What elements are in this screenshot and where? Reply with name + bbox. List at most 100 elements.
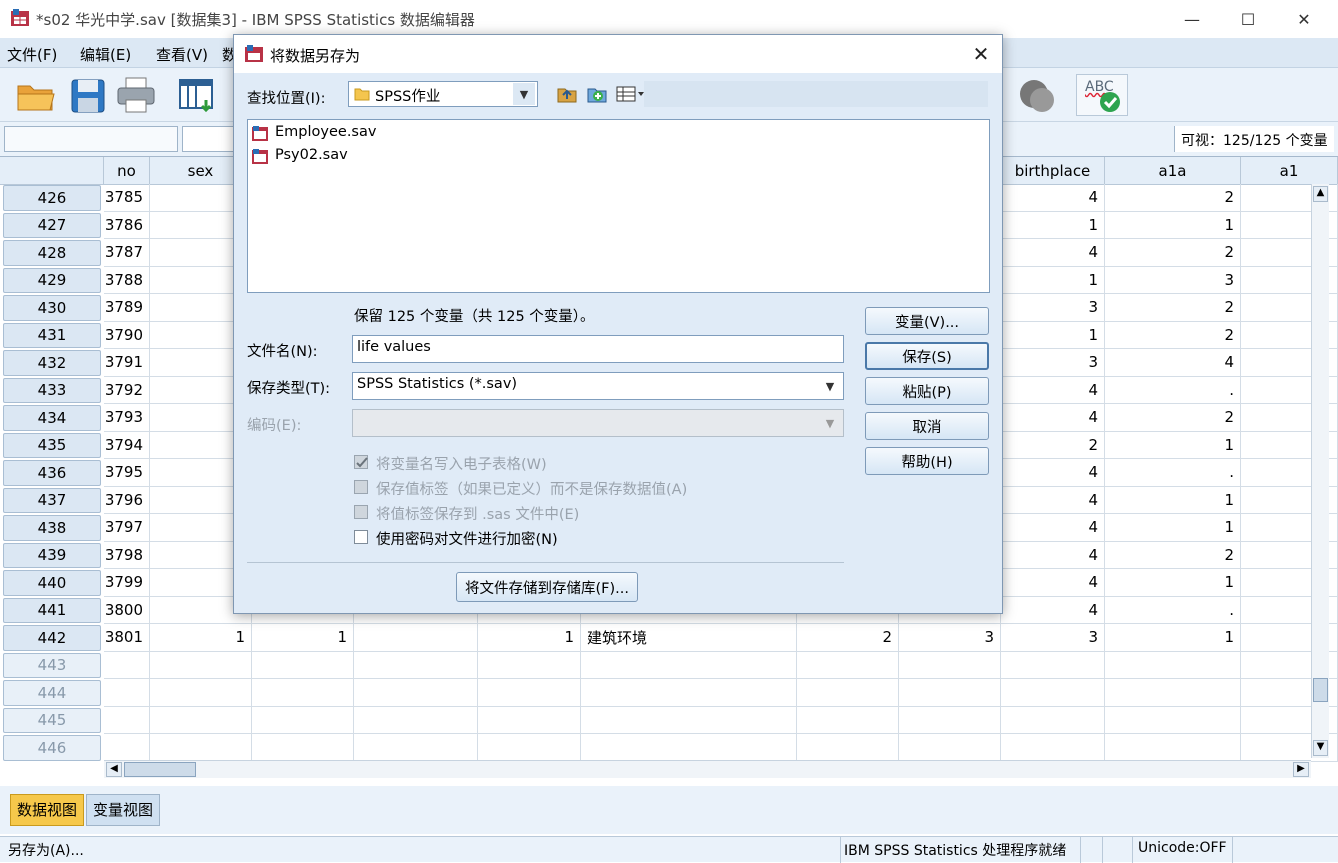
table-cell[interactable]: 1 bbox=[1001, 211, 1105, 239]
maximize-button[interactable]: ☐ bbox=[1220, 0, 1276, 38]
table-cell[interactable]: 2 bbox=[1105, 321, 1241, 349]
menu-view[interactable]: 查看(V) bbox=[156, 44, 208, 65]
close-window-button[interactable]: ✕ bbox=[1276, 0, 1332, 38]
table-cell[interactable] bbox=[104, 734, 150, 762]
open-folder-icon[interactable] bbox=[14, 74, 58, 116]
table-cell[interactable] bbox=[354, 624, 478, 652]
scroll-up-icon[interactable]: ▲ bbox=[1313, 186, 1328, 202]
table-cell[interactable]: . bbox=[1105, 376, 1241, 404]
row-header[interactable]: 445 bbox=[3, 707, 101, 733]
table-cell[interactable]: 4 bbox=[1001, 486, 1105, 514]
horizontal-scroll-thumb[interactable] bbox=[124, 762, 196, 777]
table-cell[interactable]: 3791 bbox=[104, 349, 150, 377]
table-cell[interactable] bbox=[1105, 651, 1241, 679]
row-header[interactable]: 443 bbox=[3, 652, 101, 678]
row-header[interactable]: 442 bbox=[3, 625, 101, 651]
table-cell[interactable]: 1 bbox=[1105, 486, 1241, 514]
table-cell[interactable]: 1 bbox=[1105, 431, 1241, 459]
cancel-button[interactable]: 取消 bbox=[865, 412, 989, 440]
look-in-combo[interactable]: SPSS作业 ▼ bbox=[348, 81, 538, 107]
table-cell[interactable] bbox=[252, 734, 354, 762]
table-cell[interactable] bbox=[478, 734, 581, 762]
weight-icon[interactable] bbox=[1016, 74, 1060, 116]
table-cell[interactable] bbox=[581, 734, 797, 762]
table-cell[interactable]: 4 bbox=[1001, 514, 1105, 542]
scroll-right-icon[interactable]: ▶ bbox=[1293, 762, 1309, 777]
save-type-combo[interactable]: SPSS Statistics (*.sav) ▼ bbox=[352, 372, 844, 400]
row-header[interactable]: 437 bbox=[3, 487, 101, 513]
table-cell[interactable]: 3 bbox=[899, 624, 1001, 652]
row-header[interactable]: 444 bbox=[3, 680, 101, 706]
checkbox-label[interactable]: 使用密码对文件进行加密(N) bbox=[376, 528, 558, 549]
table-cell[interactable]: 3789 bbox=[104, 294, 150, 322]
minimize-button[interactable]: — bbox=[1164, 0, 1220, 38]
table-cell[interactable] bbox=[581, 651, 797, 679]
row-header[interactable]: 435 bbox=[3, 432, 101, 458]
column-header-a1a[interactable]: a1a bbox=[1105, 157, 1241, 185]
table-cell[interactable]: 3793 bbox=[104, 404, 150, 432]
print-icon[interactable] bbox=[114, 74, 158, 116]
table-cell[interactable] bbox=[581, 679, 797, 707]
table-cell[interactable] bbox=[797, 706, 899, 734]
menu-file[interactable]: 文件(F) bbox=[7, 44, 57, 65]
table-cell[interactable]: 2 bbox=[797, 624, 899, 652]
table-cell[interactable] bbox=[104, 679, 150, 707]
table-cell[interactable]: 2 bbox=[1001, 431, 1105, 459]
table-cell[interactable] bbox=[150, 706, 252, 734]
row-header[interactable]: 432 bbox=[3, 350, 101, 376]
table-cell[interactable] bbox=[104, 651, 150, 679]
table-cell[interactable] bbox=[252, 651, 354, 679]
file-list[interactable]: Employee.sav Psy02.sav bbox=[247, 119, 990, 293]
save-icon[interactable] bbox=[66, 74, 110, 116]
table-cell[interactable]: 3 bbox=[1001, 624, 1105, 652]
table-cell[interactable]: 4 bbox=[1001, 404, 1105, 432]
row-header[interactable]: 431 bbox=[3, 322, 101, 348]
paste-button[interactable]: 粘贴(P) bbox=[865, 377, 989, 405]
table-cell[interactable] bbox=[104, 706, 150, 734]
table-cell[interactable] bbox=[899, 734, 1001, 762]
table-cell[interactable]: 2 bbox=[1105, 184, 1241, 212]
row-header[interactable]: 434 bbox=[3, 405, 101, 431]
tab-data-view[interactable]: 数据视图 bbox=[10, 794, 85, 826]
table-cell[interactable]: 4 bbox=[1001, 239, 1105, 267]
table-cell[interactable] bbox=[150, 734, 252, 762]
column-header-no[interactable]: no bbox=[104, 157, 150, 185]
vertical-scrollbar[interactable]: ▲ ▼ bbox=[1311, 184, 1329, 758]
table-cell[interactable] bbox=[797, 734, 899, 762]
dialog-recall-icon[interactable] bbox=[176, 74, 220, 116]
view-menu-icon[interactable] bbox=[616, 85, 646, 103]
column-header-rownum[interactable] bbox=[0, 157, 104, 185]
store-to-repository-button[interactable]: 将文件存储到存储库(F)... bbox=[456, 572, 638, 602]
vertical-scroll-thumb[interactable] bbox=[1313, 678, 1328, 702]
table-cell[interactable] bbox=[478, 706, 581, 734]
row-header[interactable]: 433 bbox=[3, 377, 101, 403]
table-cell[interactable] bbox=[899, 679, 1001, 707]
table-cell[interactable]: 4 bbox=[1001, 459, 1105, 487]
table-cell[interactable]: 4 bbox=[1001, 596, 1105, 624]
variables-button[interactable]: 变量(V)... bbox=[865, 307, 989, 335]
table-cell[interactable]: 建筑环境 bbox=[581, 624, 797, 652]
help-button[interactable]: 帮助(H) bbox=[865, 447, 989, 475]
table-cell[interactable]: 1 bbox=[1105, 624, 1241, 652]
tab-variable-view[interactable]: 变量视图 bbox=[86, 794, 161, 826]
table-cell[interactable] bbox=[1001, 651, 1105, 679]
table-cell[interactable]: 4 bbox=[1105, 349, 1241, 377]
table-cell[interactable]: 3787 bbox=[104, 239, 150, 267]
table-cell[interactable]: 3801 bbox=[104, 624, 150, 652]
table-cell[interactable] bbox=[797, 679, 899, 707]
table-cell[interactable]: 2 bbox=[1105, 294, 1241, 322]
table-cell[interactable] bbox=[1105, 679, 1241, 707]
table-cell[interactable]: 1 bbox=[478, 624, 581, 652]
table-cell[interactable] bbox=[581, 706, 797, 734]
table-cell[interactable]: 3799 bbox=[104, 569, 150, 597]
table-cell[interactable]: 4 bbox=[1001, 541, 1105, 569]
table-cell[interactable]: 1 bbox=[1001, 266, 1105, 294]
table-cell[interactable]: 1 bbox=[252, 624, 354, 652]
row-header[interactable]: 441 bbox=[3, 597, 101, 623]
table-cell[interactable]: 2 bbox=[1105, 404, 1241, 432]
table-cell[interactable] bbox=[1001, 734, 1105, 762]
table-cell[interactable]: 2 bbox=[1105, 239, 1241, 267]
table-cell[interactable]: 3794 bbox=[104, 431, 150, 459]
table-cell[interactable]: 1 bbox=[1105, 211, 1241, 239]
table-cell[interactable]: 1 bbox=[1001, 321, 1105, 349]
